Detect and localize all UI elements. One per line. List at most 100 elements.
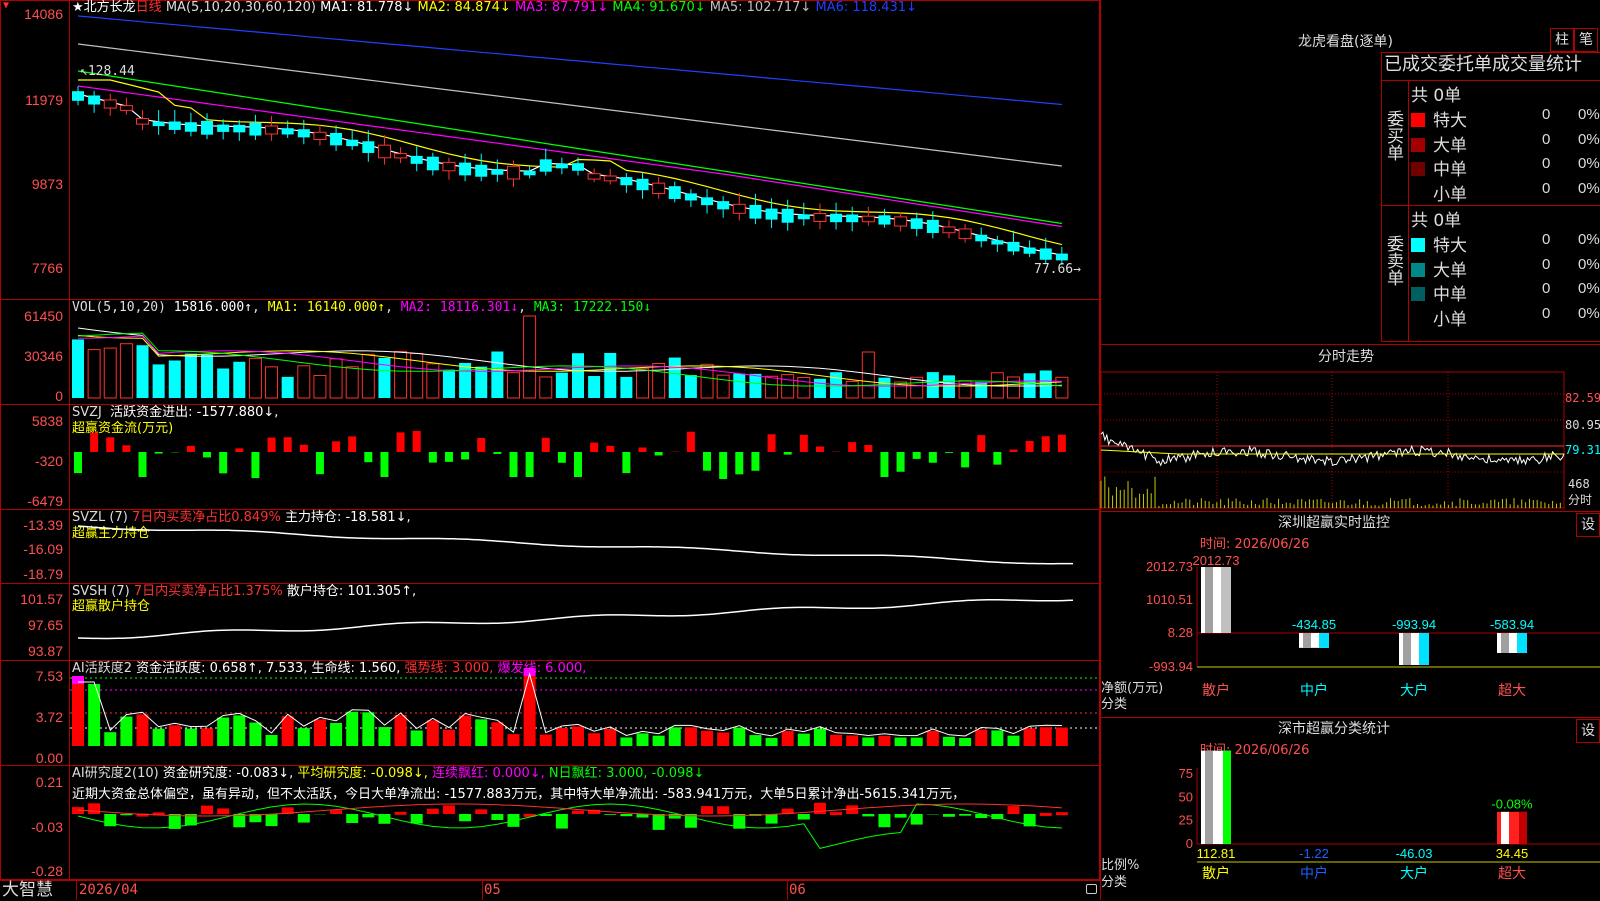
- candle-body: [201, 121, 213, 135]
- buy-total: 共 0单: [1411, 81, 1461, 106]
- candle-body: [846, 215, 858, 223]
- ai-active-bar: [572, 726, 584, 746]
- ai-active-chart[interactable]: [70, 666, 1100, 764]
- ai-research-bar: [411, 814, 423, 824]
- cls-category: 超大: [1498, 866, 1526, 882]
- sell-row-label: 小单: [1411, 305, 1467, 330]
- svsh-y-tick: 93.87: [0, 643, 63, 659]
- sell-label-text: 大单: [1433, 261, 1467, 281]
- x-axis-label: 2026/04: [79, 882, 138, 898]
- sz-monitor-chart[interactable]: 2012.731010.518.28-993.942012.73散户-434.8…: [1101, 555, 1600, 715]
- svzj-bar: [913, 452, 921, 459]
- volume-bar: [233, 362, 245, 398]
- volume-bar: [814, 379, 826, 398]
- svsh-y-tick: 97.65: [0, 617, 63, 633]
- sz-category: 超大: [1498, 683, 1526, 699]
- ai-active-bar: [330, 723, 342, 746]
- ma-line-4: [78, 86, 1062, 227]
- ai-active-bar: [653, 736, 665, 746]
- cls-bar-edge: [1519, 812, 1527, 844]
- candle-body: [991, 240, 1003, 244]
- volume-bar: [88, 350, 100, 398]
- sell-count: 0: [1542, 231, 1550, 248]
- bar-mode-button[interactable]: 柱: [1550, 28, 1574, 52]
- svsh-line: [78, 600, 1073, 639]
- buy-pct: 0%: [1578, 180, 1600, 197]
- ai-active-bar: [911, 738, 923, 746]
- volume-bar: [314, 375, 326, 398]
- candle-body: [878, 215, 890, 224]
- sz-settings-button[interactable]: 设: [1576, 513, 1600, 537]
- candle-body: [169, 121, 181, 129]
- svzj-bar: [380, 452, 388, 477]
- cls-category: 散户: [1202, 865, 1230, 882]
- candle-body: [814, 214, 826, 222]
- ai-research-chart[interactable]: [70, 806, 1100, 878]
- ai-research-bar: [717, 806, 729, 814]
- svzj-bar: [509, 452, 517, 477]
- svzl-chart[interactable]: [70, 512, 1100, 582]
- ma-line-2: [78, 16, 1062, 105]
- svzj-bar: [687, 432, 695, 452]
- volume-bar: [169, 360, 181, 398]
- volume-bar: [653, 363, 665, 398]
- ai-active-bar: [766, 738, 778, 746]
- volume-bar: [1056, 377, 1068, 398]
- svzj-bar: [445, 452, 453, 462]
- ai-active-bar: [491, 722, 503, 746]
- svsh-chart[interactable]: [70, 586, 1100, 660]
- candle-body: [1007, 242, 1019, 252]
- buy-side-label: 委买单: [1384, 110, 1404, 161]
- svzj-bar: [1058, 435, 1066, 452]
- app-name[interactable]: 大智慧: [2, 880, 53, 900]
- vol-y-tick: 61450: [0, 308, 63, 324]
- cls-category: 大户: [1400, 865, 1428, 882]
- ai-active-bar: [201, 728, 213, 746]
- ai-research-bar: [1007, 806, 1019, 814]
- volume-bar: [749, 374, 761, 398]
- cls-chart[interactable]: 7550250112.81散户-1.22中户-46.03大户34.45超大-0.…: [1101, 762, 1600, 900]
- sell-pct: 0%: [1578, 280, 1600, 297]
- ai-active-bar: [362, 712, 374, 746]
- volume-bar: [862, 352, 874, 398]
- intraday-label: 分时: [1568, 492, 1592, 508]
- ma-value-5: MA5: 102.717↓: [710, 0, 816, 15]
- svzl-y-tick: -16.09: [0, 541, 63, 557]
- ai-active-bar: [314, 719, 326, 746]
- ai-active-bar: [669, 727, 681, 746]
- volume-chart[interactable]: [70, 316, 1100, 398]
- period-label[interactable]: 日线: [136, 0, 162, 15]
- cls-y-tick: 0: [1186, 836, 1193, 851]
- svzj-bar: [800, 435, 808, 452]
- stock-name[interactable]: 北方长龙: [84, 0, 136, 15]
- intraday-chart[interactable]: [1101, 372, 1600, 510]
- ai-active-bar: [282, 716, 294, 746]
- ai-active-bar: [443, 730, 455, 746]
- candle-body: [524, 171, 536, 175]
- candle-body: [346, 140, 358, 146]
- sz-y-tick: 8.28: [1168, 625, 1193, 640]
- svzj-bar: [639, 447, 647, 452]
- svzj-bar: [332, 441, 340, 452]
- sz-category: 散户: [1202, 682, 1230, 699]
- sell-count: 0: [1542, 280, 1550, 297]
- kline-chart[interactable]: [70, 16, 1100, 299]
- cls-settings-button[interactable]: 设: [1576, 719, 1600, 743]
- volume-bar: [637, 369, 649, 398]
- svzj-bar: [364, 452, 372, 462]
- volume-bar: [185, 354, 197, 398]
- cls-bar-shade: [1205, 751, 1213, 844]
- candle-body: [314, 132, 326, 139]
- ai-active-bar: [943, 737, 955, 746]
- sz-bar-value: 2012.73: [1193, 553, 1240, 568]
- pen-mode-button[interactable]: 笔: [1574, 28, 1598, 52]
- svzj-chart[interactable]: [70, 410, 1100, 508]
- candle-body: [556, 164, 568, 169]
- ai-research-y-tick: -0.03: [0, 819, 63, 835]
- svzj-bar: [284, 437, 292, 452]
- lock-icon[interactable]: [1086, 884, 1097, 894]
- svzj-y-tick: 5838: [0, 413, 63, 429]
- sell-color-swatch: [1411, 263, 1425, 277]
- intraday-frame: [1101, 372, 1564, 508]
- sz-y-tick: 1010.51: [1146, 592, 1193, 607]
